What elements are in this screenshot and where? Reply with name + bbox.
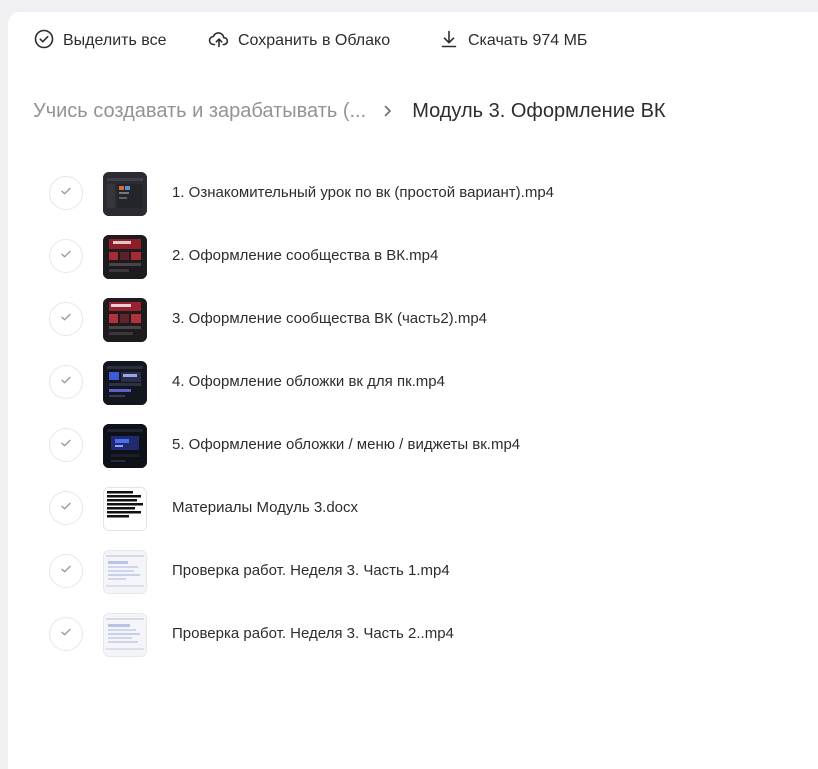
checkmark-icon — [59, 310, 73, 329]
file-name[interactable]: 3. Оформление сообщества ВК (часть2).mp4 — [172, 310, 487, 327]
file-row[interactable]: 1. Ознакомительный урок по вк (простой в… — [8, 162, 818, 218]
video-thumbnail — [103, 298, 147, 342]
video-thumbnail — [103, 613, 147, 657]
file-name[interactable]: 5. Оформление обложки / меню / виджеты в… — [172, 436, 520, 453]
check-circle-icon — [33, 28, 55, 55]
checkmark-icon — [59, 499, 73, 518]
file-name[interactable]: 4. Оформление обложки вк для пк.mp4 — [172, 373, 445, 390]
file-name[interactable]: Материалы Модуль 3.docx — [172, 499, 358, 516]
select-checkbox[interactable] — [49, 365, 83, 399]
download-button[interactable]: Скачать 974 МБ — [438, 26, 587, 56]
breadcrumb-current: Модуль 3. Оформление ВК — [412, 99, 666, 122]
file-row[interactable]: Проверка работ. Неделя 3. Часть 2..mp4 — [8, 603, 818, 659]
file-panel: Выделить все Сохранить в Облако Скачать … — [8, 12, 818, 769]
file-row[interactable]: 3. Оформление сообщества ВК (часть2).mp4 — [8, 288, 818, 344]
select-checkbox[interactable] — [49, 491, 83, 525]
select-checkbox[interactable] — [49, 554, 83, 588]
save-to-cloud-button[interactable]: Сохранить в Облако — [208, 26, 390, 56]
checkmark-icon — [59, 562, 73, 581]
file-row[interactable]: 5. Оформление обложки / меню / виджеты в… — [8, 414, 818, 470]
checkmark-icon — [59, 373, 73, 392]
checkmark-icon — [59, 436, 73, 455]
video-thumbnail — [103, 172, 147, 216]
download-icon — [438, 28, 460, 55]
select-checkbox[interactable] — [49, 176, 83, 210]
cloud-upload-icon — [208, 28, 230, 55]
file-name[interactable]: 1. Ознакомительный урок по вк (простой в… — [172, 184, 554, 201]
video-thumbnail — [103, 424, 147, 468]
select-checkbox[interactable] — [49, 617, 83, 651]
toolbar: Выделить все Сохранить в Облако Скачать … — [8, 12, 818, 70]
select-all-label: Выделить все — [63, 32, 167, 49]
video-thumbnail — [103, 550, 147, 594]
select-checkbox[interactable] — [49, 239, 83, 273]
file-row[interactable]: Материалы Модуль 3.docx — [8, 477, 818, 533]
video-thumbnail — [103, 235, 147, 279]
download-label: Скачать 974 МБ — [468, 32, 588, 49]
checkmark-icon — [59, 184, 73, 203]
select-checkbox[interactable] — [49, 428, 83, 462]
select-all-button[interactable]: Выделить все — [33, 26, 166, 56]
checkmark-icon — [59, 247, 73, 266]
file-row[interactable]: 2. Оформление сообщества в ВК.mp4 — [8, 225, 818, 281]
breadcrumb-parent[interactable]: Учись создавать и зарабатывать (... — [33, 100, 366, 123]
breadcrumb: Учись создавать и зарабатывать (... Моду… — [33, 98, 666, 124]
checkmark-icon — [59, 625, 73, 644]
file-name[interactable]: Проверка работ. Неделя 3. Часть 1.mp4 — [172, 562, 450, 579]
file-name[interactable]: Проверка работ. Неделя 3. Часть 2..mp4 — [172, 625, 454, 642]
chevron-right-icon — [382, 104, 394, 118]
video-thumbnail — [103, 361, 147, 405]
file-row[interactable]: Проверка работ. Неделя 3. Часть 1.mp4 — [8, 540, 818, 596]
save-to-cloud-label: Сохранить в Облако — [238, 32, 391, 49]
file-row[interactable]: 4. Оформление обложки вк для пк.mp4 — [8, 351, 818, 407]
file-name[interactable]: 2. Оформление сообщества в ВК.mp4 — [172, 247, 438, 264]
select-checkbox[interactable] — [49, 302, 83, 336]
document-thumbnail — [103, 487, 147, 531]
